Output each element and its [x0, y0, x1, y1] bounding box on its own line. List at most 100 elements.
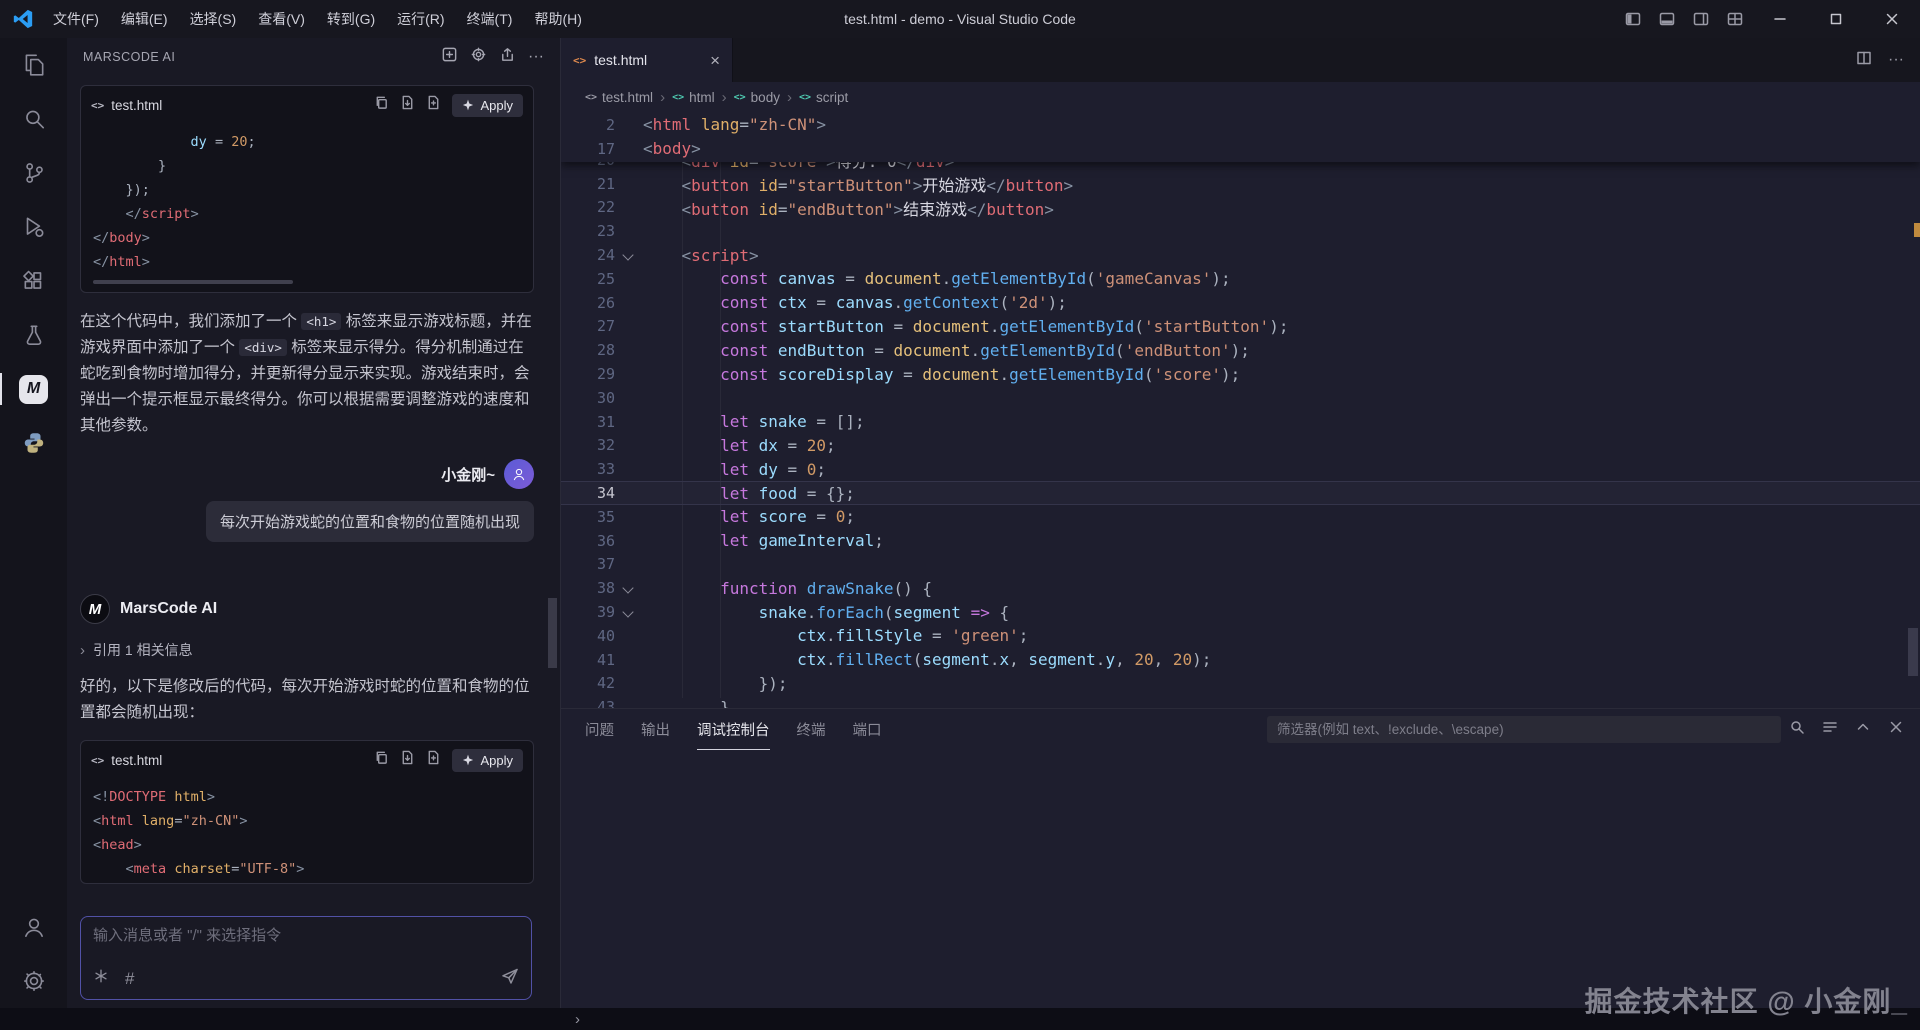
minimize-button[interactable] — [1752, 0, 1808, 38]
split-editor-icon[interactable] — [1856, 50, 1872, 71]
menu-item[interactable]: 转到(G) — [316, 5, 386, 33]
line-number[interactable]: 31 — [561, 413, 615, 431]
line-number[interactable]: 25 — [561, 270, 615, 288]
line-number[interactable]: 38 — [561, 579, 615, 597]
python-icon[interactable] — [0, 416, 67, 470]
new-file-icon[interactable] — [426, 750, 441, 770]
context-hash-icon[interactable]: # — [125, 969, 134, 989]
new-file-icon[interactable] — [426, 95, 441, 115]
menu-item[interactable]: 终端(T) — [456, 5, 524, 33]
panel-tab-问题[interactable]: 问题 — [585, 709, 614, 750]
editor-scrollbar[interactable] — [1908, 628, 1918, 676]
tab-test-html[interactable]: <> test.html × — [561, 38, 733, 82]
close-panel-icon[interactable] — [1888, 719, 1904, 740]
breadcrumb-item-body[interactable]: <>body — [734, 90, 780, 105]
editor-more-icon[interactable]: ··· — [1888, 51, 1904, 69]
editor-line-27[interactable]: 27 const startButton = document.getEleme… — [561, 315, 1920, 339]
line-number[interactable]: 24 — [561, 246, 615, 264]
fold-chevron-icon[interactable] — [615, 600, 643, 624]
fold-chevron-icon[interactable] — [615, 243, 643, 267]
toggle-secondary-sidebar-icon[interactable] — [1684, 0, 1718, 38]
editor-line-34[interactable]: 34 let food = {}; — [561, 481, 1920, 505]
tab-close-icon[interactable]: × — [710, 52, 720, 69]
editor-line-17[interactable]: 17<body> — [561, 137, 1920, 161]
marscode-ai-icon[interactable]: M — [0, 362, 67, 416]
line-number[interactable]: 17 — [561, 140, 615, 158]
reference-toggle[interactable]: › 引用 1 相关信息 — [80, 640, 534, 660]
line-number[interactable]: 36 — [561, 532, 615, 550]
panel-tab-端口[interactable]: 端口 — [853, 709, 882, 750]
breadcrumb-item-html[interactable]: <>html — [672, 90, 715, 105]
explorer-icon[interactable] — [0, 38, 67, 92]
beaker-icon[interactable] — [0, 308, 67, 362]
apply-button[interactable]: Apply — [452, 94, 523, 117]
settings-gear-icon[interactable] — [0, 954, 67, 1008]
code-editor[interactable]: 20 <div id="score">得分: 0</div>21 <button… — [561, 113, 1920, 708]
debug-console-content[interactable] — [561, 750, 1920, 1009]
editor-line-24[interactable]: 24 <script> — [561, 243, 1920, 267]
panel-tab-终端[interactable]: 终端 — [797, 709, 826, 750]
sidebar-settings-icon[interactable] — [470, 46, 487, 68]
line-number[interactable]: 39 — [561, 603, 615, 621]
copy-icon[interactable] — [374, 750, 389, 770]
account-icon[interactable] — [0, 900, 67, 954]
maximize-button[interactable] — [1808, 0, 1864, 38]
editor-line-29[interactable]: 29 const scoreDisplay = document.getElem… — [561, 362, 1920, 386]
menu-item[interactable]: 运行(R) — [386, 5, 455, 33]
source-control-icon[interactable] — [0, 146, 67, 200]
line-number[interactable]: 28 — [561, 341, 615, 359]
editor-line-25[interactable]: 25 const canvas = document.getElementByI… — [561, 267, 1920, 291]
send-icon[interactable] — [501, 967, 519, 990]
editor-line-32[interactable]: 32 let dx = 20; — [561, 434, 1920, 458]
editor-line-43[interactable]: 43 } — [561, 695, 1920, 708]
line-number[interactable]: 30 — [561, 389, 615, 407]
menu-item[interactable]: 文件(F) — [42, 5, 110, 33]
extensions-icon[interactable] — [0, 254, 67, 308]
editor-line-2[interactable]: 2<html lang="zh-CN"> — [561, 113, 1920, 137]
commands-icon[interactable] — [93, 968, 109, 989]
panel-tab-输出[interactable]: 输出 — [641, 709, 670, 750]
toggle-panel-icon[interactable] — [1650, 0, 1684, 38]
insert-code-icon[interactable] — [400, 95, 415, 115]
line-number[interactable]: 26 — [561, 294, 615, 312]
line-number[interactable]: 29 — [561, 365, 615, 383]
line-number[interactable]: 43 — [561, 698, 615, 708]
menu-item[interactable]: 编辑(E) — [110, 5, 179, 33]
search-icon[interactable] — [0, 92, 67, 146]
menu-item[interactable]: 帮助(H) — [523, 5, 592, 33]
editor-line-38[interactable]: 38 function drawSnake() { — [561, 576, 1920, 600]
chat-input[interactable] — [93, 927, 519, 944]
breadcrumb-item-test.html[interactable]: <>test.html — [585, 90, 653, 105]
editor-line-26[interactable]: 26 const ctx = canvas.getContext('2d'); — [561, 291, 1920, 315]
line-number[interactable]: 34 — [561, 484, 615, 502]
editor-line-40[interactable]: 40 ctx.fillStyle = 'green'; — [561, 624, 1920, 648]
line-number[interactable]: 37 — [561, 555, 615, 573]
breadcrumb-item-script[interactable]: <>script — [799, 90, 848, 105]
word-wrap-icon[interactable] — [1822, 719, 1838, 740]
sidebar-more-icon[interactable]: ··· — [528, 48, 544, 66]
editor-line-35[interactable]: 35 let score = 0; — [561, 505, 1920, 529]
line-number[interactable]: 32 — [561, 436, 615, 454]
editor-line-36[interactable]: 36 let gameInterval; — [561, 529, 1920, 553]
toggle-sidebar-icon[interactable] — [1616, 0, 1650, 38]
line-number[interactable]: 33 — [561, 460, 615, 478]
share-icon[interactable] — [499, 46, 516, 68]
customize-layout-icon[interactable] — [1718, 0, 1752, 38]
debug-filter-input[interactable] — [1267, 716, 1781, 743]
editor-line-39[interactable]: 39 snake.forEach(segment => { — [561, 600, 1920, 624]
insert-code-icon[interactable] — [400, 750, 415, 770]
status-launchpad-icon[interactable]: › — [575, 1008, 580, 1030]
editor-line-31[interactable]: 31 let snake = []; — [561, 410, 1920, 434]
line-number[interactable]: 27 — [561, 317, 615, 335]
editor-line-22[interactable]: 22 <button id="endButton">结束游戏</button> — [561, 196, 1920, 220]
chevron-up-icon[interactable] — [1855, 719, 1871, 740]
editor-line-30[interactable]: 30 — [561, 386, 1920, 410]
line-number[interactable]: 40 — [561, 627, 615, 645]
line-number[interactable]: 2 — [561, 116, 615, 134]
sidebar-scrollbar[interactable] — [548, 598, 557, 668]
run-debug-icon[interactable] — [0, 200, 67, 254]
horizontal-scrollbar[interactable] — [91, 276, 523, 288]
line-number[interactable]: 35 — [561, 508, 615, 526]
line-number[interactable]: 41 — [561, 651, 615, 669]
new-chat-icon[interactable] — [441, 46, 458, 68]
